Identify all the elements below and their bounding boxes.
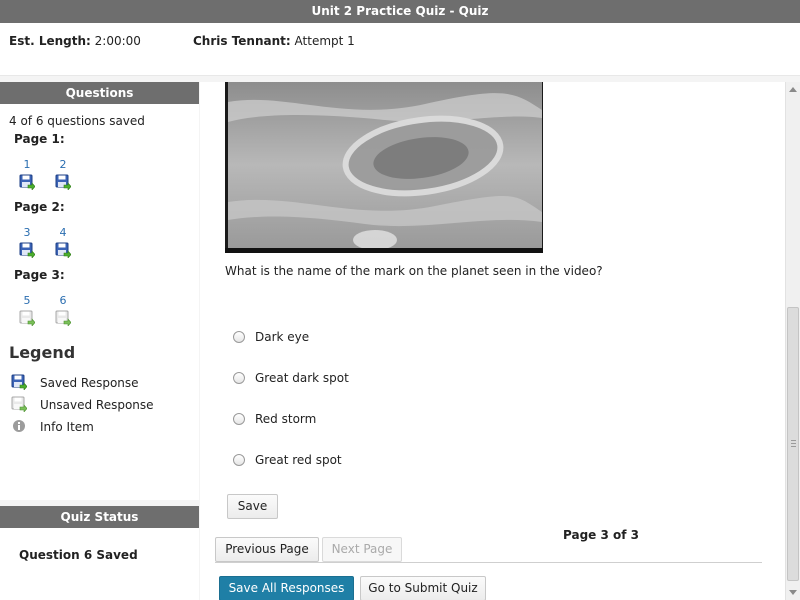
legend-label: Info Item	[40, 420, 94, 434]
question-number: 5	[23, 294, 31, 307]
unsaved-response-icon	[11, 396, 27, 412]
radio-button[interactable]	[233, 372, 245, 384]
go-to-submit-quiz-button[interactable]: Go to Submit Quiz	[360, 576, 486, 600]
option-label: Great red spot	[255, 453, 342, 467]
quiz-status-panel: Quiz Status Question 6 Saved	[0, 506, 199, 600]
question-number: 2	[59, 158, 67, 171]
question-number: 4	[59, 226, 67, 239]
unsaved-response-icon	[19, 310, 35, 326]
option-label: Red storm	[255, 412, 317, 426]
radio-button[interactable]	[233, 454, 245, 466]
radio-button[interactable]	[233, 331, 245, 343]
quiz-status-header: Quiz Status	[0, 506, 199, 528]
grip-line	[791, 446, 796, 447]
questions-header: Questions	[0, 82, 199, 104]
est-length-value: 2:00:00	[94, 34, 141, 48]
saved-count: 4 of 6 questions saved	[9, 114, 145, 128]
legend-title: Legend	[9, 343, 76, 362]
user-name: Chris Tennant:	[193, 34, 291, 48]
option-label: Great dark spot	[255, 371, 349, 385]
page-1-label: Page 1:	[14, 132, 65, 146]
question-area: What is the name of the mark on the plan…	[205, 82, 785, 600]
scroll-down-arrow-icon[interactable]	[789, 590, 797, 595]
previous-page-button[interactable]: Previous Page	[215, 537, 319, 562]
info-icon	[11, 418, 27, 434]
save-button[interactable]: Save	[227, 494, 278, 519]
video-player[interactable]	[225, 82, 543, 253]
question-number: 3	[23, 226, 31, 239]
question-text: What is the name of the mark on the plan…	[225, 264, 603, 278]
quiz-title: Unit 2 Practice Quiz - Quiz	[311, 4, 489, 18]
next-page-button: Next Page	[322, 537, 402, 562]
grip-line	[791, 440, 796, 441]
sidebar: Questions 4 of 6 questions saved Page 1:…	[0, 82, 200, 600]
question-link-2[interactable]: 2	[52, 159, 74, 190]
quiz-status-text: Question 6 Saved	[19, 548, 138, 562]
legend-label: Saved Response	[40, 376, 139, 390]
saved-response-icon	[19, 174, 35, 190]
scroll-up-arrow-icon[interactable]	[789, 87, 797, 92]
grip-line	[791, 443, 796, 444]
save-all-responses-button[interactable]: Save All Responses	[219, 576, 354, 600]
attempt-number: Attempt 1	[294, 34, 355, 48]
question-link-4[interactable]: 4	[52, 227, 74, 258]
question-link-6[interactable]: 6	[52, 295, 74, 326]
est-length-label: Est. Length:	[9, 34, 91, 48]
page-2-label: Page 2:	[14, 200, 65, 214]
option-label: Dark eye	[255, 330, 310, 344]
scroll-thumb[interactable]	[787, 307, 799, 581]
vertical-scrollbar[interactable]	[785, 82, 800, 600]
est-length: Est. Length: 2:00:00	[9, 34, 141, 48]
question-number: 1	[23, 158, 31, 171]
saved-response-icon	[11, 374, 27, 390]
question-link-1[interactable]: 1	[16, 159, 38, 190]
quiz-title-bar: Unit 2 Practice Quiz - Quiz	[0, 0, 800, 23]
saved-response-icon	[55, 242, 71, 258]
saved-response-icon	[19, 242, 35, 258]
question-number: 6	[59, 294, 67, 307]
question-link-3[interactable]: 3	[16, 227, 38, 258]
attempt-info: Chris Tennant: Attempt 1	[193, 34, 355, 48]
quiz-info-bar: Est. Length: 2:00:00 Chris Tennant: Atte…	[0, 23, 800, 76]
page-indicator: Page 3 of 3	[563, 528, 639, 542]
legend-label: Unsaved Response	[40, 398, 154, 412]
page-3-label: Page 3:	[14, 268, 65, 282]
divider	[215, 562, 762, 563]
saved-response-icon	[55, 174, 71, 190]
unsaved-response-icon	[55, 310, 71, 326]
radio-button[interactable]	[233, 413, 245, 425]
question-link-5[interactable]: 5	[16, 295, 38, 326]
questions-panel: Questions 4 of 6 questions saved Page 1:…	[0, 82, 199, 500]
